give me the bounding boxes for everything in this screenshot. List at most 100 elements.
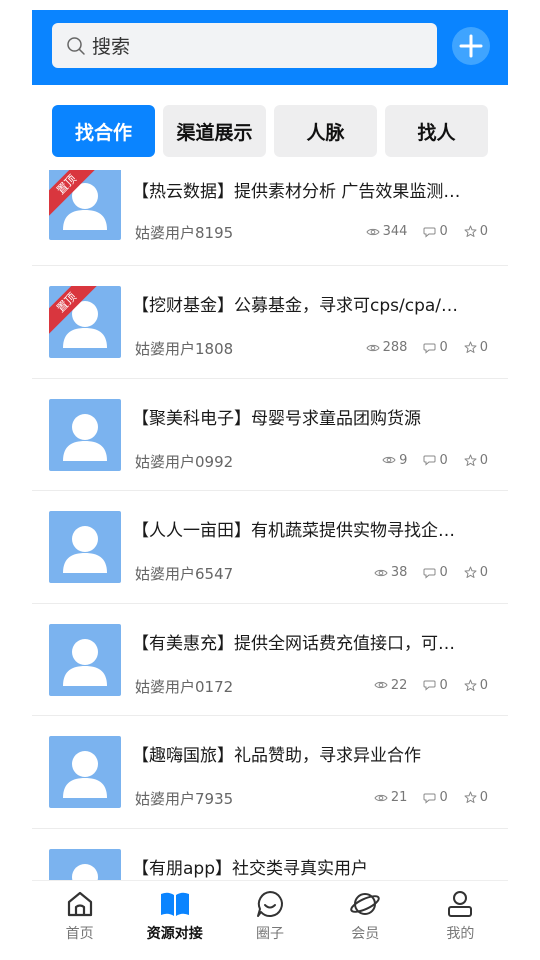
list-item[interactable]: 【聚美科电子】母婴号求童品团购货源 姑婆用户0992 9 0 0 xyxy=(32,379,508,491)
person-icon xyxy=(72,863,98,880)
person-icon xyxy=(63,526,107,573)
home-icon xyxy=(67,891,92,917)
eye-icon xyxy=(382,456,396,464)
stars-stat: 0 xyxy=(464,565,488,580)
avatar xyxy=(49,736,121,808)
tab-connections[interactable]: 人脉 xyxy=(274,105,377,157)
stars-stat: 0 xyxy=(464,678,488,693)
stars-stat: 0 xyxy=(464,790,488,805)
item-user: 姑婆用户0992 xyxy=(135,452,234,471)
person-icon xyxy=(63,638,107,686)
header-bar: 搜索 xyxy=(32,10,508,85)
avatar xyxy=(49,398,121,471)
views-stat: 9 xyxy=(382,453,407,468)
item-stats: 288 0 0 xyxy=(350,340,488,355)
nav-label: 资源对接 xyxy=(146,926,203,942)
star-icon xyxy=(464,791,477,803)
user-icon xyxy=(448,891,473,917)
smile-icon xyxy=(257,891,283,917)
comment-icon xyxy=(423,680,436,691)
comment-icon xyxy=(423,793,436,804)
views-stat: 288 xyxy=(366,340,407,355)
avatar xyxy=(49,623,121,696)
star-icon xyxy=(464,679,477,691)
eye-icon xyxy=(374,569,388,576)
list-item[interactable]: 【趣嗨国旅】礼品赞助，寻求异业合作 姑婆用户7935 21 0 0 xyxy=(32,716,508,829)
list-item[interactable]: 【有美惠充】提供全网话费充值接口，可… 姑婆用户0172 22 0 0 xyxy=(32,604,508,716)
nav-label: 我的 xyxy=(446,926,475,942)
list-item[interactable]: 【人人一亩田】有机蔬菜提供实物寻找企… 姑婆用户6547 38 0 0 xyxy=(32,491,508,604)
list-item[interactable]: 置顶 【挖财基金】公募基金，寻求可cps/cpa/… 姑婆用户1808 288 … xyxy=(32,266,508,379)
nav-resources[interactable]: 资源对接 xyxy=(127,881,222,960)
item-title: 【人人一亩田】有机蔬菜提供实物寻找企… xyxy=(132,521,455,541)
stars-stat: 0 xyxy=(464,224,488,239)
comments-stat: 0 xyxy=(423,224,448,239)
star-icon xyxy=(464,341,477,353)
search-placeholder: 搜索 xyxy=(92,36,131,58)
item-user: 姑婆用户1808 xyxy=(135,340,234,358)
comment-icon xyxy=(423,568,436,579)
resource-list: 置顶 【热云数据】提供素材分析 广告效果监测… 姑婆用户8195 344 0 0 xyxy=(32,170,508,880)
avatar xyxy=(49,511,121,583)
bottom-nav: 首页 资源对接 圈子 会员 我的 xyxy=(32,880,508,960)
list-item[interactable]: 置顶 【热云数据】提供素材分析 广告效果监测… 姑婆用户8195 344 0 0 xyxy=(32,170,508,266)
views-stat: 38 xyxy=(374,565,407,580)
item-user: 姑婆用户6547 xyxy=(135,565,234,583)
nav-label: 圈子 xyxy=(256,926,284,942)
item-stats: 38 0 0 xyxy=(358,565,488,580)
item-user: 姑婆用户8195 xyxy=(135,224,234,242)
stars-stat: 0 xyxy=(464,340,488,355)
eye-icon xyxy=(366,228,380,235)
item-title: 【热云数据】提供素材分析 广告效果监测… xyxy=(132,182,461,202)
comment-icon xyxy=(423,343,436,354)
views-stat: 22 xyxy=(374,678,407,693)
comments-stat: 0 xyxy=(423,565,448,580)
tab-channel-showcase[interactable]: 渠道展示 xyxy=(163,105,266,157)
app-frame: 搜索 找合作 渠道展示 人脉 找人 置顶 【热云数据】提供素材分析 广告效果监测… xyxy=(32,10,508,960)
item-stats: 9 0 0 xyxy=(366,453,488,468)
eye-icon xyxy=(374,681,388,689)
comments-stat: 0 xyxy=(423,678,448,693)
views-stat: 21 xyxy=(374,790,407,805)
avatar: 置顶 xyxy=(49,286,121,358)
person-icon xyxy=(63,413,107,461)
nav-circle[interactable]: 圈子 xyxy=(222,881,317,960)
nav-label: 首页 xyxy=(65,926,94,942)
nav-home[interactable]: 首页 xyxy=(32,881,127,960)
add-button[interactable] xyxy=(452,27,490,65)
nav-mine[interactable]: 我的 xyxy=(413,881,508,960)
search-input[interactable]: 搜索 xyxy=(52,23,437,68)
item-stats: 21 0 0 xyxy=(358,790,488,805)
item-title: 【聚美科电子】母婴号求童品团购货源 xyxy=(132,408,421,429)
comments-stat: 0 xyxy=(423,340,448,355)
item-user: 姑婆用户0172 xyxy=(135,677,234,696)
tab-find-people[interactable]: 找人 xyxy=(385,105,488,157)
comment-icon xyxy=(423,227,436,238)
stars-stat: 0 xyxy=(464,453,488,468)
plus-icon xyxy=(459,34,483,58)
person-icon xyxy=(63,751,107,798)
star-icon xyxy=(464,225,477,237)
item-title: 【挖财基金】公募基金，寻求可cps/cpa/… xyxy=(132,296,459,316)
item-stats: 22 0 0 xyxy=(358,678,488,693)
item-title: 【有朋app】社交类寻真实用户 xyxy=(132,858,368,879)
item-title: 【趣嗨国旅】礼品赞助，寻求异业合作 xyxy=(132,746,421,766)
planet-icon xyxy=(350,893,380,915)
category-tabs: 找合作 渠道展示 人脉 找人 xyxy=(52,105,488,157)
star-icon xyxy=(464,454,477,466)
eye-icon xyxy=(374,794,388,801)
views-stat: 344 xyxy=(366,224,407,239)
nav-membership[interactable]: 会员 xyxy=(318,881,413,960)
comments-stat: 0 xyxy=(423,790,448,805)
eye-icon xyxy=(366,344,380,351)
list-item[interactable]: 【有朋app】社交类寻真实用户 xyxy=(32,829,508,880)
comment-icon xyxy=(423,455,436,466)
item-user: 姑婆用户7935 xyxy=(135,790,234,808)
avatar xyxy=(49,848,121,880)
search-icon xyxy=(67,36,85,55)
nav-label: 会员 xyxy=(351,926,380,942)
tab-find-cooperation[interactable]: 找合作 xyxy=(52,105,155,157)
star-icon xyxy=(464,566,477,578)
book-icon xyxy=(160,892,189,916)
avatar: 置顶 xyxy=(49,170,121,240)
